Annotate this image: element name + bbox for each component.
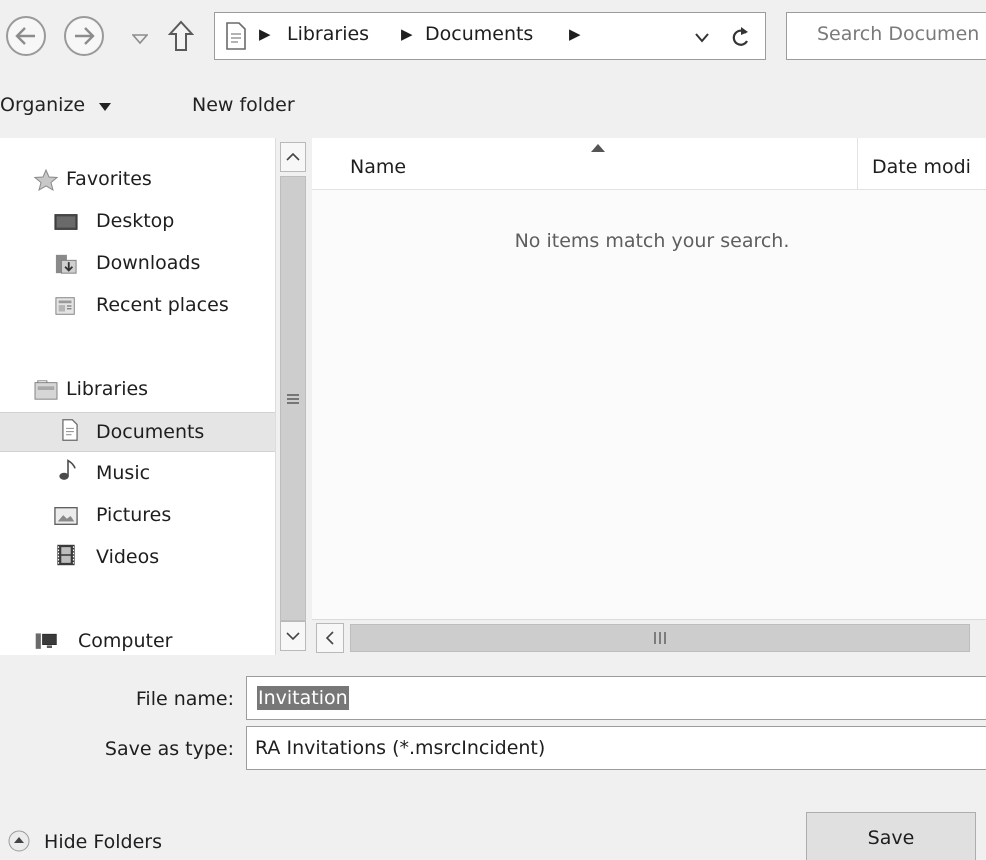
nav-item-favorites[interactable]: Favorites	[0, 160, 275, 200]
up-button[interactable]	[167, 20, 195, 57]
file-name-value: Invitation	[257, 686, 349, 710]
nav-label: Desktop	[96, 210, 175, 232]
breadcrumb-separator-icon: ▶	[569, 25, 581, 43]
breadcrumb-libraries[interactable]: Libraries	[287, 23, 369, 45]
libraries-icon	[34, 380, 58, 400]
computer-icon	[35, 633, 57, 649]
nav-label: Favorites	[66, 168, 152, 190]
save-as-type-value: RA Invitations (*.msrcIncident)	[255, 737, 546, 759]
nav-item-downloads[interactable]: Downloads	[0, 244, 275, 284]
chevron-left-icon	[325, 631, 334, 645]
back-button[interactable]	[6, 16, 46, 56]
nav-item-videos[interactable]: Videos	[0, 538, 275, 578]
nav-label: Videos	[96, 546, 160, 568]
nav-label: Computer	[78, 630, 173, 652]
save-button[interactable]: Save	[806, 812, 976, 860]
nav-item-computer[interactable]: Computer	[0, 622, 275, 655]
nav-item-music[interactable]: Music	[0, 454, 275, 494]
star-icon	[34, 169, 58, 191]
refresh-icon[interactable]	[729, 25, 751, 49]
collapse-circle-icon	[8, 830, 30, 852]
nav-item-libraries[interactable]: Libraries	[0, 370, 275, 410]
downloads-icon	[55, 254, 77, 274]
column-header-date-modified[interactable]: Date modi	[858, 138, 986, 190]
organize-menu[interactable]: Organize	[0, 94, 112, 116]
breadcrumb-separator-icon: ▶	[259, 25, 271, 43]
grip-icon	[654, 632, 666, 644]
nav-label: Pictures	[96, 504, 172, 526]
chevron-down-icon	[286, 632, 300, 641]
hide-folders-button[interactable]: Hide Folders	[8, 830, 162, 853]
pictures-icon	[54, 507, 78, 525]
nav-item-pictures[interactable]: Pictures	[0, 496, 275, 536]
forward-button[interactable]	[64, 16, 104, 56]
scroll-thumb[interactable]	[280, 176, 306, 621]
nav-label: Music	[96, 462, 151, 484]
music-icon	[59, 459, 76, 480]
save-as-type-select[interactable]: RA Invitations (*.msrcIncident)	[246, 726, 986, 770]
column-header-name[interactable]: Name	[312, 138, 857, 190]
breadcrumb-separator-icon: ▶	[401, 25, 413, 43]
navigation-pane: Favorites Desktop Downloads Recent place…	[0, 138, 275, 655]
desktop-icon	[54, 214, 78, 230]
nav-item-desktop[interactable]: Desktop	[0, 202, 275, 242]
chevron-down-icon	[131, 34, 149, 45]
nav-label: Libraries	[66, 378, 149, 400]
file-name-field[interactable]: Invitation	[246, 676, 986, 720]
nav-item-documents[interactable]: Documents	[0, 412, 275, 452]
address-dropdown-icon[interactable]	[695, 33, 709, 43]
save-as-type-label: Save as type:	[104, 738, 234, 760]
nav-label: Downloads	[96, 252, 201, 274]
new-folder-button[interactable]: New folder	[192, 94, 295, 116]
scroll-down-button[interactable]	[280, 621, 306, 651]
search-input[interactable]: Search Documen	[786, 12, 986, 60]
horizontal-scrollbar[interactable]	[312, 619, 986, 655]
arrow-up-icon	[167, 20, 195, 51]
file-name-label: File name:	[135, 688, 234, 710]
scroll-left-button[interactable]	[316, 623, 344, 653]
save-label: Save	[867, 827, 915, 849]
grip-icon	[287, 393, 299, 404]
organize-label: Organize	[0, 94, 86, 116]
documents-icon	[62, 419, 78, 441]
address-bar[interactable]: ▶ Libraries ▶ Documents ▶	[214, 12, 766, 60]
recent-locations-button[interactable]	[131, 28, 149, 50]
hide-folders-label: Hide Folders	[44, 831, 163, 853]
recent-places-icon	[55, 297, 75, 315]
empty-message: No items match your search.	[514, 230, 790, 252]
chevron-up-icon	[286, 152, 300, 161]
sort-ascending-icon	[591, 144, 605, 152]
file-list[interactable]: Name Date modi No items match your searc…	[312, 138, 986, 655]
column-date-label: Date modi	[872, 156, 971, 178]
document-icon	[226, 22, 246, 50]
horizontal-scroll-thumb[interactable]	[350, 624, 970, 652]
arrow-right-icon	[75, 27, 95, 45]
arrow-left-icon	[15, 27, 35, 45]
scroll-up-button[interactable]	[280, 142, 306, 172]
nav-item-recent-places[interactable]: Recent places	[0, 286, 275, 326]
videos-icon	[57, 544, 75, 566]
nav-label: Recent places	[96, 294, 229, 316]
breadcrumb-documents[interactable]: Documents	[425, 23, 533, 45]
chevron-down-icon	[99, 103, 112, 111]
nav-pane-scrollbar[interactable]	[275, 138, 310, 655]
nav-label: Documents	[96, 421, 205, 443]
column-name-label: Name	[350, 156, 407, 178]
